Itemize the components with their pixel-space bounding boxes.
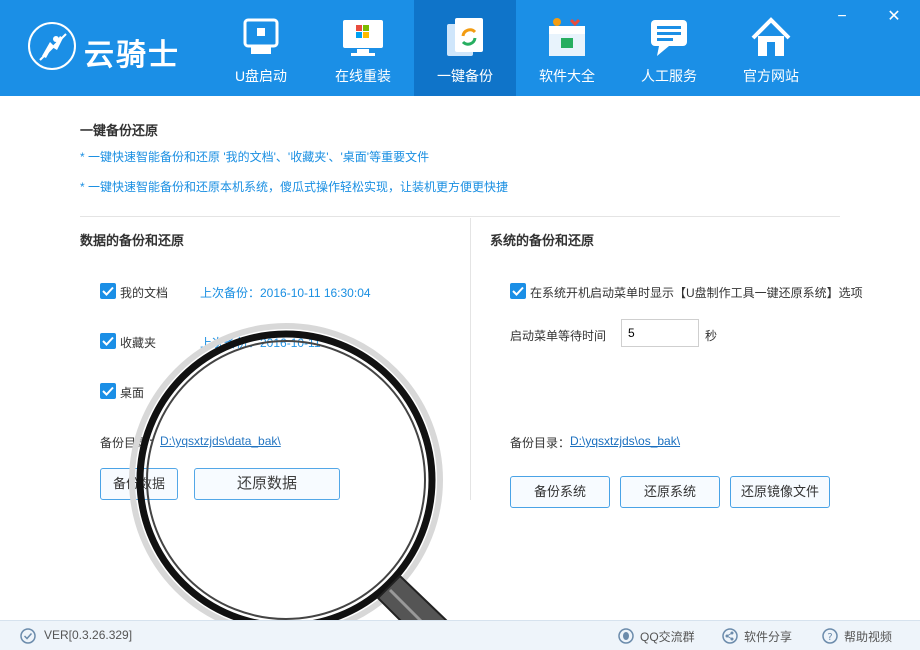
favorites-last-backup: 上次备份：2016-10-11 <box>200 336 321 350</box>
usb-drive-icon <box>243 18 279 54</box>
documents-last-backup: 上次备份：2016-10-11 16:30:04 <box>200 286 371 300</box>
qq-group-link[interactable]: QQ交流群 <box>640 628 695 645</box>
header: 云骑士 U盘启动 在线重装 一键备份 软件大全 人工服务 官方网站 − ✕ <box>0 0 920 96</box>
tab-manual-service[interactable]: 人工服务 <box>618 0 720 96</box>
wait-time-label: 启动菜单等待时间 <box>510 329 607 343</box>
data-backup-dir-label: 备份目录： <box>100 436 161 450</box>
software-box-icon <box>549 18 585 56</box>
favorites-checkbox[interactable] <box>100 333 116 349</box>
tab-official-site[interactable]: 官方网站 <box>720 0 822 96</box>
hint-text: * 一键快速智能备份和还原本机系统，傻瓜式操作轻松实现，让装机更方便更快捷 <box>80 180 509 194</box>
share-icon <box>722 628 738 644</box>
system-backup-dir-label: 备份目录： <box>510 436 571 450</box>
data-backup-dir-link[interactable]: D:\yqsxtzjds\data_bak\ <box>160 434 281 448</box>
status-bar: VER[0.3.26.329] QQ交流群 软件分享 ? 帮助视频 <box>0 620 920 650</box>
page-title: 一键备份还原 <box>80 123 159 138</box>
app-name: 云骑士 <box>84 38 180 73</box>
checkmark-icon <box>102 336 114 346</box>
documents-checkbox[interactable] <box>100 283 116 299</box>
tab-label: 人工服务 <box>641 68 697 84</box>
checkmark-icon <box>512 286 524 296</box>
favorites-label: 收藏夹 <box>120 336 157 350</box>
system-backup-dir-link[interactable]: D:\yqsxtzjds\os_bak\ <box>570 434 680 448</box>
backup-system-button[interactable]: 备份系统 <box>510 476 610 508</box>
restore-data-button[interactable]: 还原数据 <box>194 468 340 500</box>
tab-one-click-backup[interactable]: 一键备份 <box>414 0 516 96</box>
tab-usb-boot[interactable]: U盘启动 <box>210 0 312 96</box>
help-video-link[interactable]: 帮助视频 <box>844 628 892 645</box>
home-icon <box>751 17 791 56</box>
tab-label: U盘启动 <box>234 68 288 84</box>
restore-image-button[interactable]: 还原镜像文件 <box>730 476 830 508</box>
windows-monitor-icon <box>343 20 383 56</box>
chat-bubble-icon <box>651 20 687 56</box>
wait-time-unit: 秒 <box>705 329 718 343</box>
desktop-label: 桌面 <box>120 386 145 400</box>
show-boot-menu-checkbox[interactable] <box>510 283 526 299</box>
backup-icon <box>447 18 483 56</box>
version-label: VER[0.3.26.329] <box>44 628 133 642</box>
minimize-button[interactable]: − <box>832 8 852 26</box>
divider <box>80 216 840 217</box>
documents-label: 我的文档 <box>120 286 169 300</box>
checkmark-icon <box>102 286 114 296</box>
tab-label: 一键备份 <box>437 68 493 84</box>
close-button[interactable]: ✕ <box>884 8 904 26</box>
divider <box>470 218 471 500</box>
wait-time-input[interactable] <box>621 319 699 347</box>
tab-label: 官方网站 <box>743 68 799 84</box>
knight-logo-icon <box>28 22 76 70</box>
help-icon: ? <box>822 628 838 644</box>
main-content: 一键备份还原 * 一键快速智能备份和还原 '我的文档'、'收藏夹'、'桌面'等重… <box>0 96 920 620</box>
system-backup-title: 系统的备份和还原 <box>490 233 595 248</box>
app-logo: 云骑士 <box>22 18 192 74</box>
hint-text: * 一键快速智能备份和还原 '我的文档'、'收藏夹'、'桌面'等重要文件 <box>80 150 430 164</box>
desktop-checkbox[interactable] <box>100 383 116 399</box>
qq-icon <box>618 628 634 644</box>
tab-label: 软件大全 <box>539 68 595 84</box>
tab-online-reinstall[interactable]: 在线重装 <box>312 0 414 96</box>
backup-data-button[interactable]: 备份数据 <box>100 468 178 500</box>
tab-software[interactable]: 软件大全 <box>516 0 618 96</box>
data-backup-title: 数据的备份和还原 <box>80 233 185 248</box>
main-nav: U盘启动 在线重装 一键备份 软件大全 人工服务 官方网站 <box>210 0 822 96</box>
share-link[interactable]: 软件分享 <box>744 628 792 645</box>
version-check-icon <box>20 628 36 644</box>
show-boot-menu-label: 在系统开机启动菜单时显示【U盘制作工具一键还原系统】选项 <box>530 286 863 300</box>
tab-label: 在线重装 <box>335 68 391 84</box>
checkmark-icon <box>102 386 114 396</box>
svg-text:?: ? <box>827 632 832 643</box>
restore-system-button[interactable]: 还原系统 <box>620 476 720 508</box>
